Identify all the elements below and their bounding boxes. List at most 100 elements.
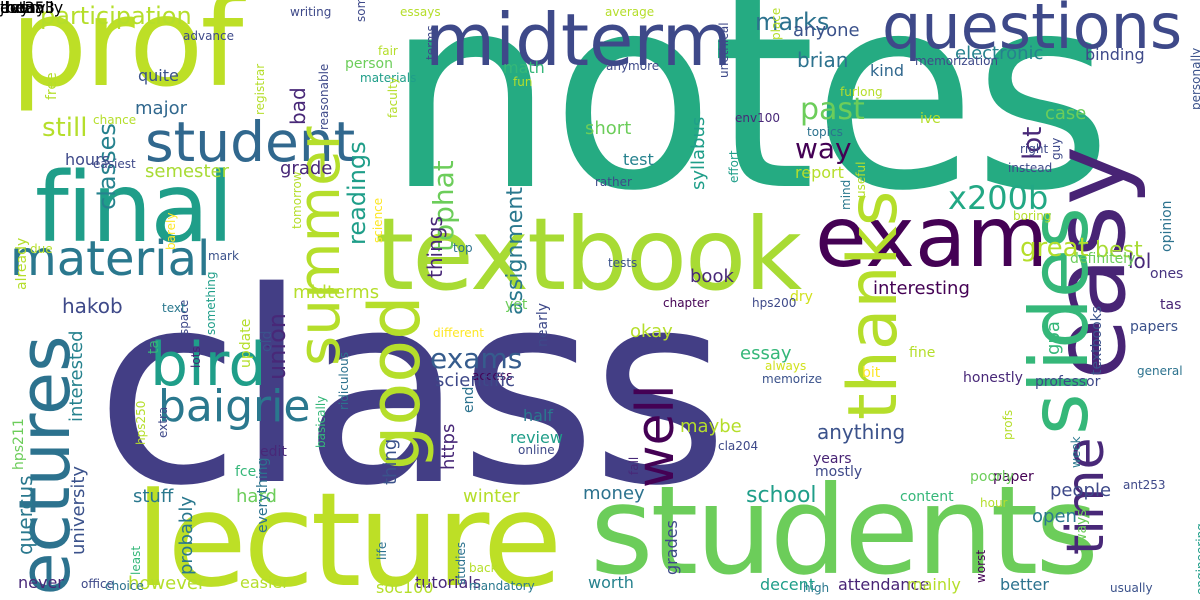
word-ways: ways bbox=[1074, 509, 1090, 545]
word-edit: edit bbox=[260, 444, 287, 460]
word-faculty: faculty bbox=[386, 77, 400, 118]
word-reasonable: reasonable bbox=[317, 63, 331, 130]
word-maybe: maybe bbox=[680, 416, 742, 437]
word-https: https bbox=[438, 423, 459, 470]
word-bit: bit bbox=[862, 365, 881, 381]
word-cla204: cla204 bbox=[718, 439, 759, 453]
word-profs: profs bbox=[1001, 409, 1015, 440]
word-guy: guy bbox=[1049, 137, 1063, 160]
word-honestly: honestly bbox=[963, 370, 1023, 386]
word-everything: everything bbox=[255, 457, 271, 533]
word-university: university bbox=[68, 465, 89, 555]
word-something: something bbox=[204, 271, 218, 335]
word-terms: terms bbox=[424, 25, 438, 60]
word-essay: essay bbox=[740, 343, 792, 364]
word-worst: worst bbox=[974, 549, 988, 583]
word-useful: useful bbox=[854, 161, 868, 198]
word-hour: hour bbox=[980, 496, 1008, 510]
word-place: place bbox=[769, 7, 783, 40]
word-gpa: gpa bbox=[1043, 321, 1064, 355]
word-fall: fall bbox=[627, 456, 641, 475]
word-anyone: anyone bbox=[793, 20, 860, 41]
word-definitely: definitely bbox=[1070, 251, 1136, 267]
word-better: better bbox=[1000, 575, 1049, 594]
word-easier: easier bbox=[240, 573, 289, 592]
word-already: already bbox=[14, 237, 30, 290]
word-probably: probably bbox=[176, 496, 197, 575]
word-math: math bbox=[503, 58, 545, 77]
word-old: old bbox=[259, 330, 275, 352]
word-text: text bbox=[162, 301, 186, 315]
word-decent: decent bbox=[760, 575, 816, 594]
word-tas: tas bbox=[1160, 297, 1182, 313]
word-person: person bbox=[345, 56, 393, 72]
word-anymore: anymore bbox=[606, 59, 660, 73]
word-due: due bbox=[30, 242, 53, 256]
word-people: people bbox=[1050, 480, 1112, 501]
word-way: way bbox=[795, 132, 852, 165]
word-fun: fun bbox=[513, 75, 533, 89]
word-basically: basically bbox=[314, 395, 328, 448]
word-studies: studies bbox=[454, 541, 468, 585]
word-money: money bbox=[583, 483, 645, 504]
word-thanks: thanks bbox=[834, 190, 913, 420]
word-mark: mark bbox=[208, 249, 239, 263]
word-life: life bbox=[375, 541, 389, 560]
word-memorization: memorization bbox=[915, 54, 999, 68]
word-bad: bad bbox=[286, 87, 310, 125]
word-textbooks: textbooks bbox=[1089, 305, 1105, 375]
word-winter: winter bbox=[463, 486, 520, 507]
word-book: book bbox=[690, 266, 734, 287]
word-years: years bbox=[813, 451, 852, 467]
word-chance: chance bbox=[93, 113, 137, 127]
word-semester: semester bbox=[145, 161, 229, 182]
word-easiest: easiest bbox=[93, 157, 136, 171]
word-ones: ones bbox=[1150, 266, 1184, 282]
word-opinion: opinion bbox=[1159, 200, 1175, 252]
word-free: free bbox=[44, 72, 60, 100]
word-personally: personally bbox=[1189, 47, 1200, 110]
word-tomorrow: tomorrow bbox=[290, 171, 304, 229]
word-writing: writing bbox=[290, 5, 332, 19]
word-papers: papers bbox=[1130, 319, 1179, 335]
word-syllabus: syllabus bbox=[688, 116, 709, 190]
word-today: today bbox=[0, 0, 46, 17]
word-engineering: engineering bbox=[1194, 523, 1200, 595]
word-midterms: midterms bbox=[293, 282, 380, 303]
word-readings: readings bbox=[343, 141, 371, 245]
word-lots: lots bbox=[189, 346, 203, 368]
word-online: online bbox=[518, 443, 555, 457]
word-least: least bbox=[129, 545, 143, 575]
word-kind: kind bbox=[870, 61, 905, 80]
word-quercus: quercus bbox=[13, 475, 37, 555]
word-midterm: midterm bbox=[425, 0, 732, 82]
word-soc100: soc100 bbox=[376, 578, 434, 597]
word-ive: ive bbox=[920, 111, 941, 127]
word-average: average bbox=[605, 5, 655, 19]
word-mandatory: mandatory bbox=[469, 579, 535, 593]
word-hakob: hakob bbox=[62, 294, 123, 318]
word-furlong: furlong bbox=[840, 85, 883, 99]
word-grade: grade bbox=[280, 158, 333, 179]
word-mainly: mainly bbox=[907, 575, 961, 594]
word-content: content bbox=[900, 489, 954, 505]
word-top: top bbox=[453, 241, 473, 255]
word-open: open bbox=[1032, 506, 1077, 527]
word-quite: quite bbox=[138, 66, 179, 85]
word-ant253: ant253 bbox=[1123, 478, 1166, 492]
word-short: short bbox=[585, 118, 632, 139]
word-someone: someone bbox=[354, 0, 368, 22]
word-end: end bbox=[461, 386, 477, 413]
word-general: general bbox=[1137, 364, 1183, 378]
word-fine: fine bbox=[909, 345, 936, 361]
word-right: right bbox=[1020, 142, 1049, 156]
word-week: week bbox=[1069, 436, 1083, 468]
word-hps250: hps250 bbox=[134, 400, 148, 445]
word-barely: barely bbox=[164, 212, 178, 250]
word-still: still bbox=[42, 113, 88, 143]
word-registrar: registrar bbox=[253, 63, 267, 115]
word-major: major bbox=[135, 98, 187, 119]
word-mind: mind bbox=[839, 179, 853, 210]
word-hps200: hps200 bbox=[752, 296, 797, 310]
word-boring: boring bbox=[1013, 209, 1052, 223]
